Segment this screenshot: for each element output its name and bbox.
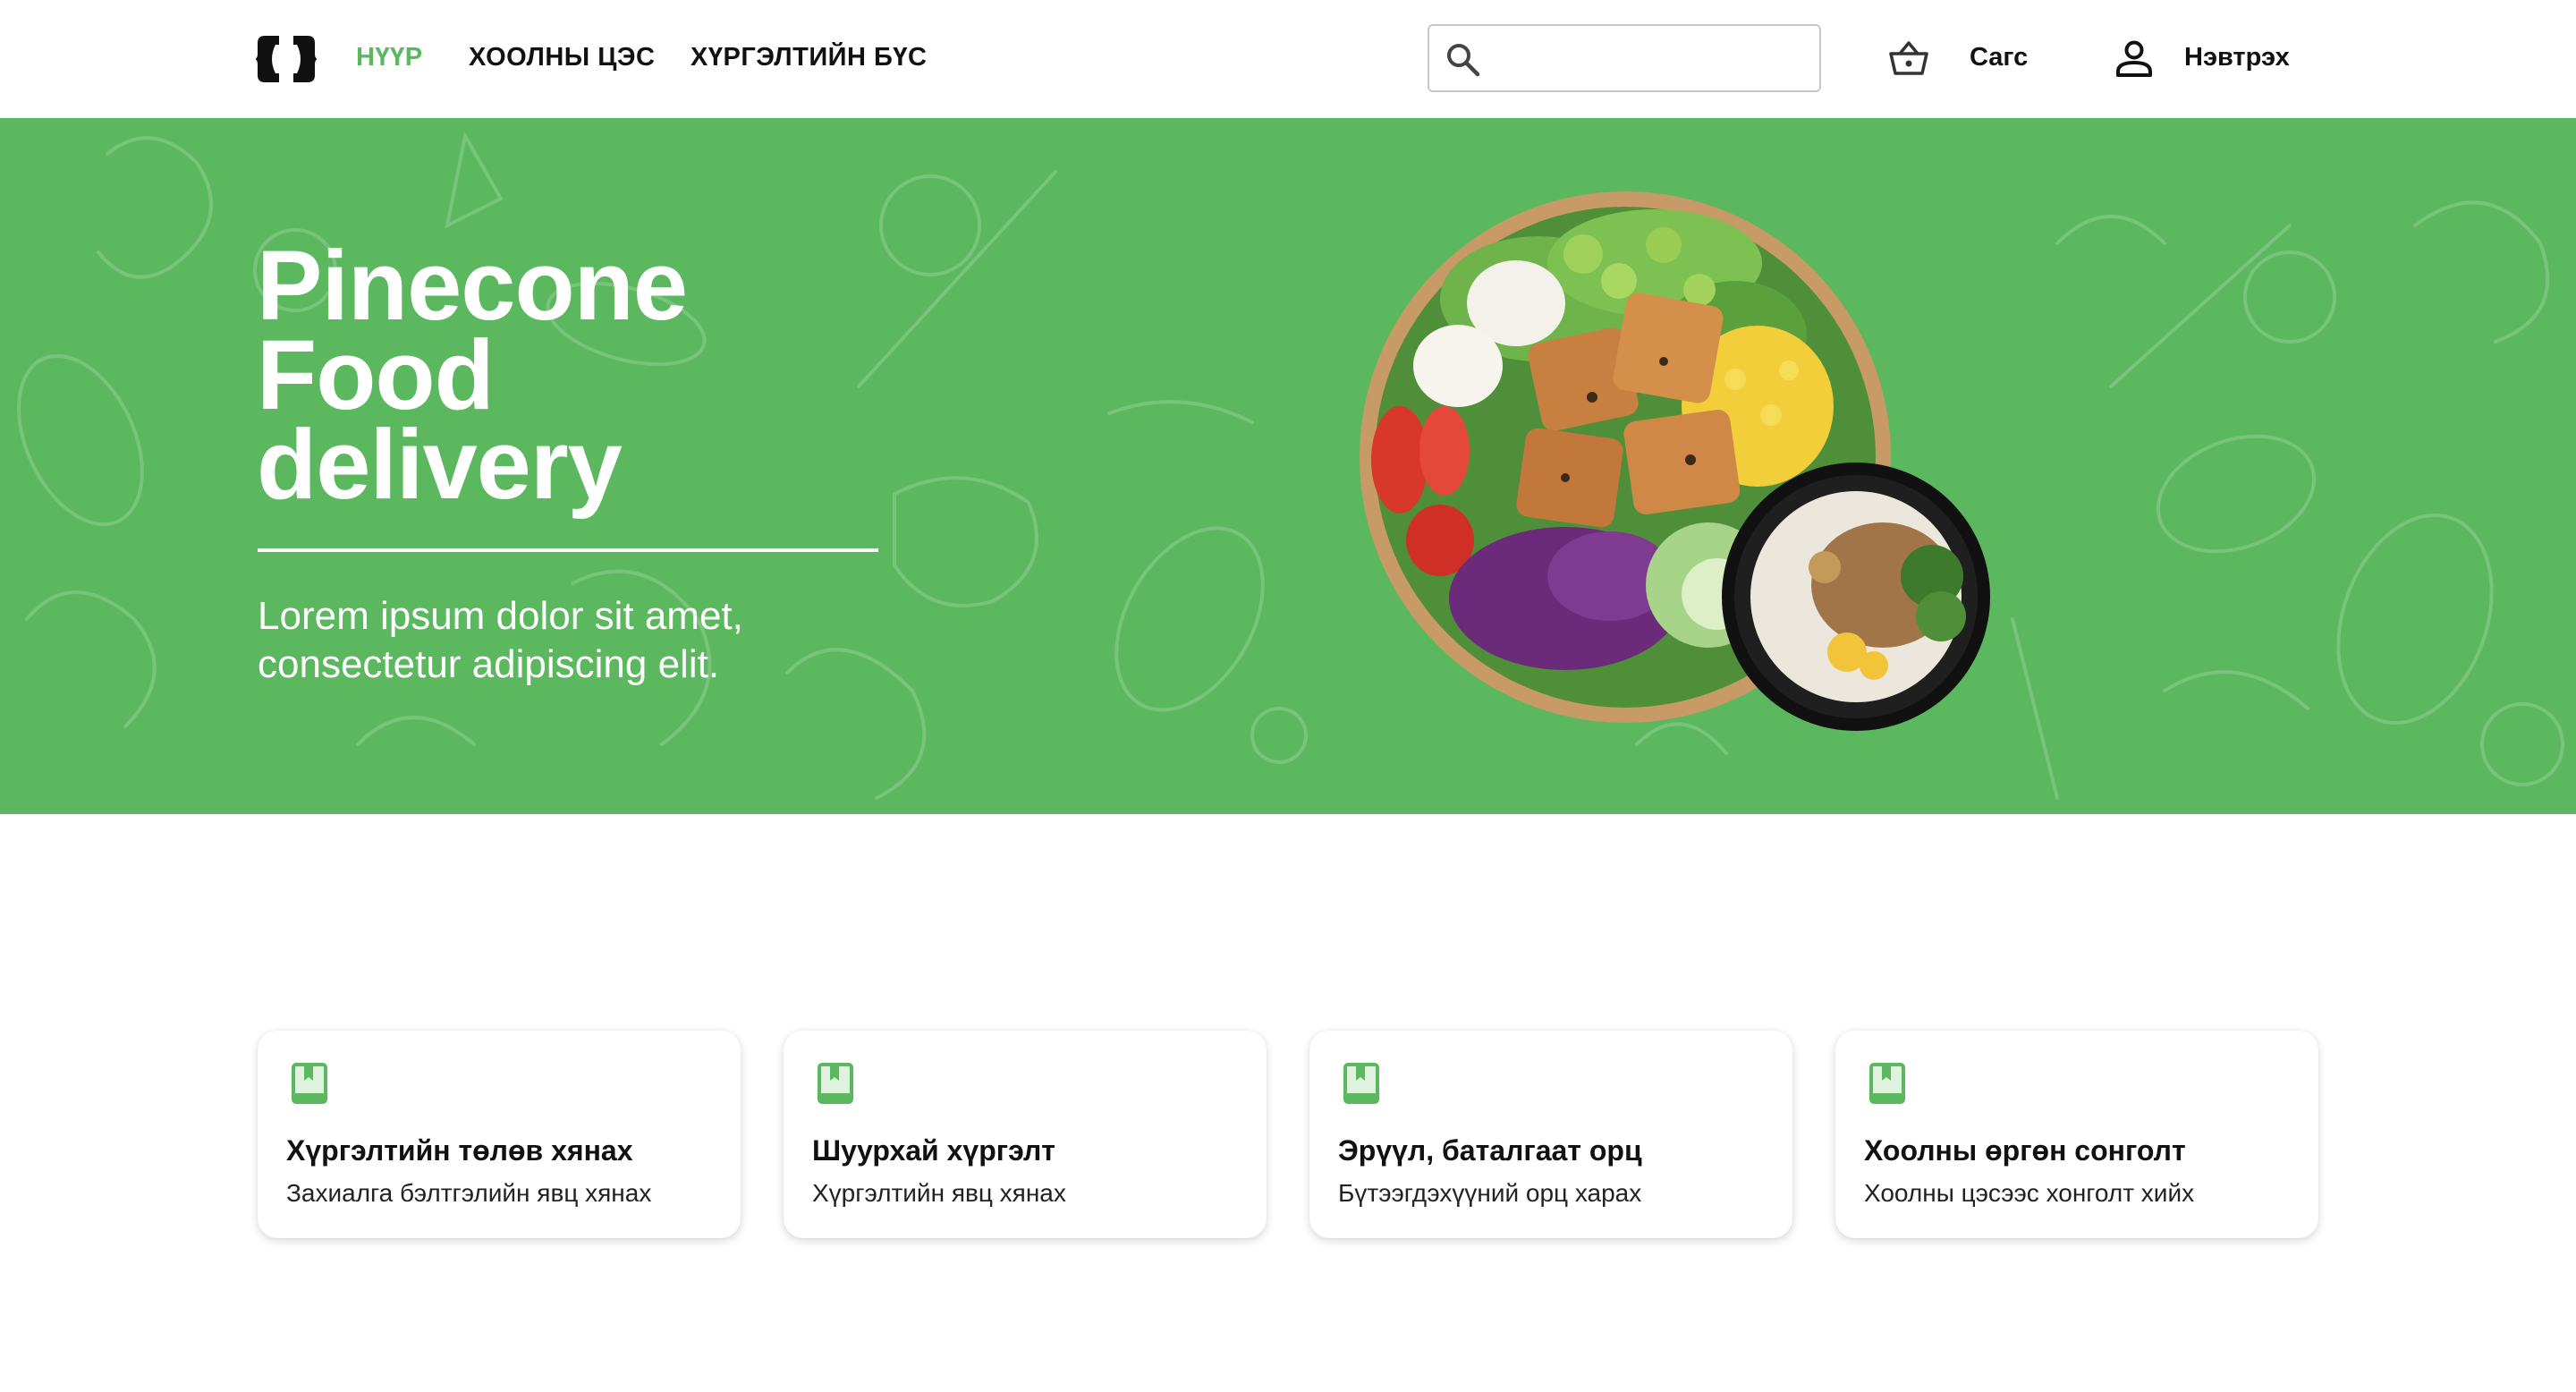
feature-card[interactable]: Хүргэлтийн төлөв хянах Захиалга бэлтгэли… (258, 1031, 741, 1238)
search-box (1428, 24, 1821, 92)
hero-title-line: Pinecone (257, 231, 688, 341)
book-icon (292, 1063, 327, 1104)
hero-title-line: delivery (257, 410, 623, 520)
nav-link-menu[interactable]: ХООЛНЫ ЦЭС (469, 43, 655, 72)
login-button[interactable]: Нэвтрэх (2113, 36, 2301, 82)
hero-title: Pinecone Food delivery (257, 231, 688, 520)
cart-label: Сагс (1970, 43, 2029, 72)
food-bowl-image (1360, 191, 1990, 731)
hero-subtitle: Lorem ipsum dolor sit amet, consectetur … (258, 592, 884, 689)
cart-button[interactable]: Сагс (1887, 36, 2030, 82)
feature-description: Хүргэлтийн явц хянах (812, 1179, 1066, 1207)
feature-title: Шуурхай хүргэлт (812, 1134, 1055, 1167)
feature-title: Эрүүл, баталгаат орц (1338, 1134, 1642, 1167)
book-icon (1343, 1063, 1379, 1104)
hero-banner: Pinecone Food delivery Lorem ipsum dolor… (0, 118, 2576, 814)
navbar: НҮҮР ХООЛНЫ ЦЭС ХҮРГЭЛТИЙН БҮС Сагс Нэвт… (0, 0, 2576, 119)
feature-card[interactable]: Эрүүл, баталгаат орц Бүтээгдэхүүний орц … (1309, 1031, 1792, 1238)
search-input[interactable] (1494, 35, 1810, 83)
feature-title: Хүргэлтийн төлөв хянах (286, 1134, 633, 1167)
hero-subtitle-line: consectetur adipiscing elit. (258, 642, 720, 686)
nav-link-home[interactable]: НҮҮР (356, 43, 423, 72)
user-icon (2116, 40, 2152, 77)
search-icon[interactable] (1445, 42, 1481, 78)
login-label: Нэвтрэх (2184, 43, 2290, 72)
logo-icon[interactable] (256, 34, 317, 84)
book-icon (818, 1063, 853, 1104)
book-icon (1869, 1063, 1905, 1104)
feature-card[interactable]: Шуурхай хүргэлт Хүргэлтийн явц хянах (784, 1031, 1267, 1238)
hero-divider (258, 548, 878, 552)
feature-card[interactable]: Хоолны өргөн сонголт Хоолны цэсээс хонго… (1835, 1031, 2318, 1238)
feature-description: Захиалга бэлтгэлийн явц хянах (286, 1179, 652, 1207)
hero-title-line: Food (257, 320, 495, 430)
feature-title: Хоолны өргөн сонголт (1864, 1134, 2186, 1167)
nav-link-delivery-area[interactable]: ХҮРГЭЛТИЙН БҮС (691, 43, 927, 72)
feature-description: Хоолны цэсээс хонголт хийх (1864, 1179, 2195, 1207)
hero-subtitle-line: Lorem ipsum dolor sit amet, (258, 594, 743, 638)
feature-description: Бүтээгдэхүүний орц харах (1338, 1179, 1642, 1207)
basket-icon (1889, 41, 1928, 75)
